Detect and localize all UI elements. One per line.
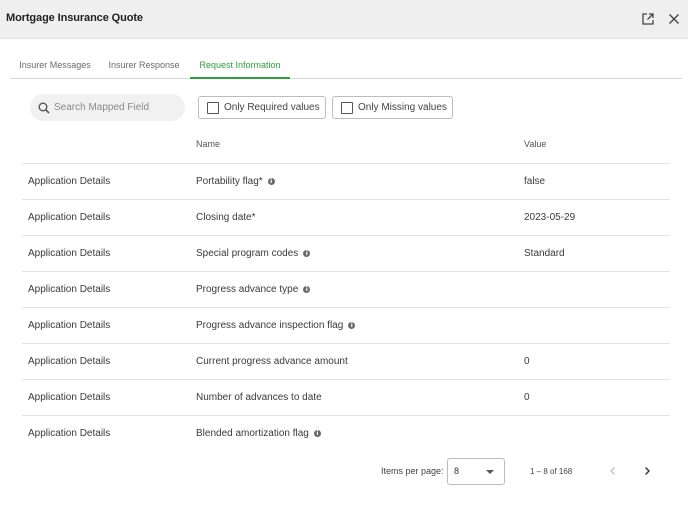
- tab-insurer-response[interactable]: Insurer Response: [106, 56, 182, 79]
- only-required-label: Only Required values: [224, 102, 320, 113]
- table-row: Application Details Progress advance ins…: [22, 307, 670, 343]
- column-header-value: Value: [524, 139, 547, 149]
- row-section: Application Details: [28, 284, 111, 295]
- row-section: Application Details: [28, 248, 111, 259]
- row-name: Special program codes i: [196, 248, 311, 259]
- row-value: 2023-05-29: [524, 212, 576, 223]
- search-input[interactable]: [54, 100, 179, 115]
- search-box: [30, 94, 185, 121]
- dialog-title: Mortgage Insurance Quote: [6, 12, 143, 24]
- row-value: Standard: [524, 248, 565, 259]
- row-name: Progress advance type i: [196, 284, 311, 295]
- row-name-text: Progress advance type: [196, 284, 299, 295]
- table-row: Application Details Special program code…: [22, 235, 670, 271]
- tab-request-information[interactable]: Request Information: [190, 56, 290, 79]
- table-row: Application Details Portability flag* i f…: [22, 163, 670, 199]
- row-name-text: Blended amortization flag: [196, 428, 309, 439]
- row-value: 0: [524, 392, 530, 403]
- info-icon[interactable]: i: [303, 286, 311, 293]
- items-per-page-value: 8: [454, 466, 460, 476]
- row-name: Closing date*: [196, 212, 255, 223]
- items-per-page-label: Items per page:: [381, 466, 444, 476]
- open-in-new-icon[interactable]: [638, 9, 658, 29]
- info-icon[interactable]: i: [267, 178, 275, 185]
- items-per-page-select[interactable]: 8: [447, 458, 505, 485]
- info-icon[interactable]: i: [313, 430, 321, 437]
- row-name: Blended amortization flag i: [196, 428, 321, 439]
- caret-down-icon: [486, 470, 494, 474]
- table-row: Application Details Number of advances t…: [22, 379, 670, 415]
- table-row: Application Details Progress advance typ…: [22, 271, 670, 307]
- row-section: Application Details: [28, 356, 111, 367]
- tab-bar: Insurer Messages Insurer Response Reques…: [10, 56, 682, 79]
- row-name: Number of advances to date: [196, 392, 322, 403]
- row-name-text: Special program codes: [196, 248, 299, 259]
- only-required-toggle[interactable]: Only Required values: [198, 96, 326, 119]
- row-name-text: Portability flag*: [196, 176, 263, 187]
- info-icon[interactable]: i: [303, 250, 311, 257]
- row-section: Application Details: [28, 428, 111, 439]
- chevron-right-icon[interactable]: [638, 462, 656, 480]
- row-value: 0: [524, 356, 530, 367]
- row-section: Application Details: [28, 212, 111, 223]
- row-name-text: Number of advances to date: [196, 392, 322, 403]
- row-section: Application Details: [28, 176, 111, 187]
- row-name: Progress advance inspection flag i: [196, 320, 356, 331]
- table-row: Application Details Current progress adv…: [22, 343, 670, 379]
- checkbox-icon[interactable]: [341, 101, 353, 114]
- close-icon[interactable]: [664, 9, 684, 29]
- chevron-left-icon[interactable]: [604, 462, 622, 480]
- table-row: Application Details Closing date* 2023-0…: [22, 199, 670, 235]
- row-name-text: Closing date*: [196, 212, 256, 223]
- dialog-titlebar: Mortgage Insurance Quote: [0, 0, 688, 39]
- row-name-text: Progress advance inspection flag: [196, 320, 344, 331]
- row-section: Application Details: [28, 392, 111, 403]
- row-name: Current progress advance amount: [196, 356, 348, 367]
- search-icon: [38, 101, 50, 119]
- only-missing-toggle[interactable]: Only Missing values: [332, 96, 453, 119]
- table-row: Application Details Blended amortization…: [22, 415, 670, 451]
- row-name: Portability flag* i: [196, 176, 275, 187]
- column-header-name: Name: [196, 139, 221, 149]
- tab-insurer-messages[interactable]: Insurer Messages: [10, 56, 100, 79]
- page-range-label: 1 – 8 of 168: [530, 467, 573, 476]
- row-value: false: [524, 176, 546, 187]
- only-missing-label: Only Missing values: [358, 102, 447, 113]
- checkbox-icon[interactable]: [207, 101, 219, 114]
- row-section: Application Details: [28, 320, 111, 331]
- row-name-text: Current progress advance amount: [196, 356, 348, 367]
- info-icon[interactable]: i: [348, 322, 356, 329]
